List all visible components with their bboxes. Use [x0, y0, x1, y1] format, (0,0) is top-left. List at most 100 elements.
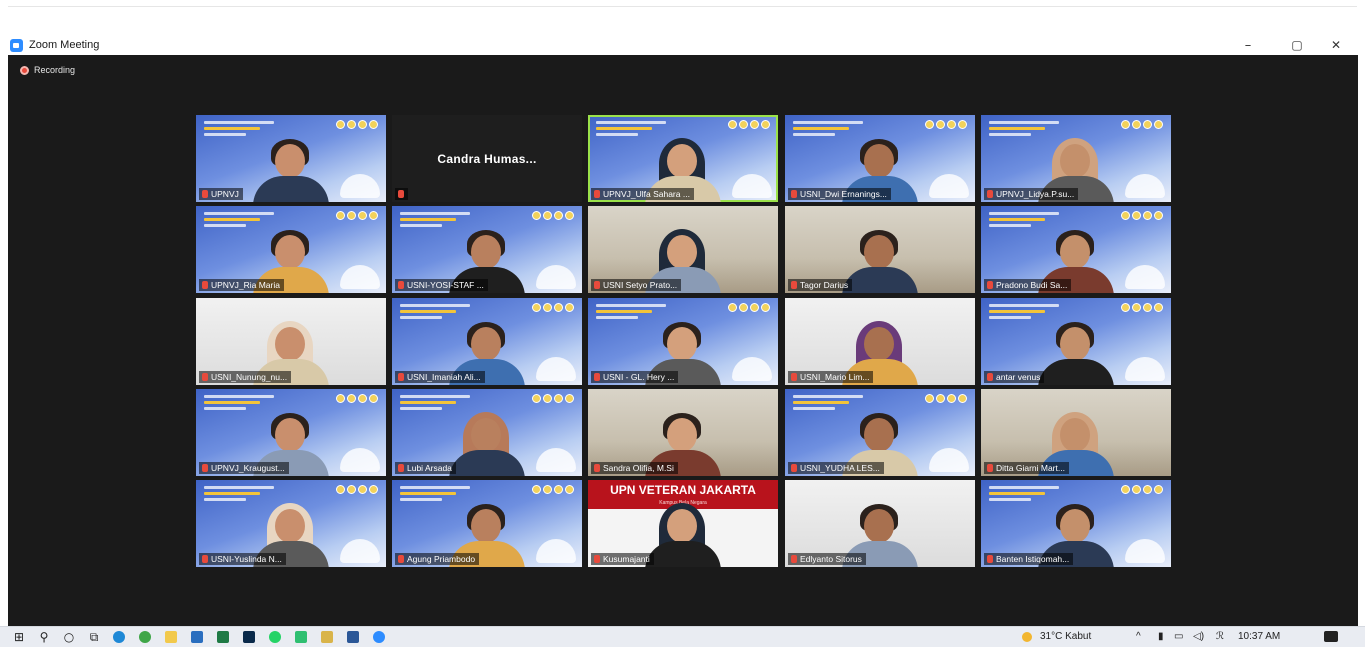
- sponsor-logos: [532, 211, 574, 220]
- sponsor-logos: [336, 120, 378, 129]
- participant-name-text: Ditta Giarni Mart...: [996, 463, 1065, 473]
- participant-tile[interactable]: Edlyanto Sitorus: [785, 480, 975, 567]
- restore-button[interactable]: ▢: [1277, 36, 1317, 55]
- participant-name-text: UPNVJ_Lidya.P.su...: [996, 189, 1075, 199]
- participant-tile[interactable]: Sandra Olifia, M.Si: [588, 389, 778, 476]
- participant-name-label: Banten Istiqomah...: [984, 553, 1074, 565]
- chevron-up-icon[interactable]: ^: [1136, 631, 1141, 642]
- participant-tile[interactable]: USNI_Nunung_nu...: [196, 298, 386, 385]
- muted-microphone-icon: [398, 281, 404, 289]
- participant-name-text: USNI - GL. Hery ...: [603, 372, 675, 382]
- sponsor-logos: [925, 120, 967, 129]
- minimize-button[interactable]: –: [1228, 36, 1268, 55]
- recording-indicator[interactable]: Recording: [20, 65, 75, 75]
- participant-tile[interactable]: USNI - GL. Hery ...: [588, 298, 778, 385]
- task-view-icon[interactable]: ⧉: [87, 630, 101, 644]
- muted-microphone-icon: [791, 464, 797, 472]
- muted-microphone-icon: [987, 190, 993, 198]
- banner-globe-graphic: [732, 174, 772, 198]
- participant-tile[interactable]: UPNVJ: [196, 115, 386, 202]
- participant-tile[interactable]: UPNVJ_Ulfa Sahara ...: [588, 115, 778, 202]
- excel-icon[interactable]: [217, 631, 229, 643]
- photoshop-icon[interactable]: [243, 631, 255, 643]
- participant-tile[interactable]: antar venus: [981, 298, 1171, 385]
- participant-tile[interactable]: USNI-YOSI-STAF ...: [392, 206, 582, 293]
- participant-name-label: Agung Priambodo: [395, 553, 480, 565]
- participant-name-label: Edlyanto Sitorus: [788, 553, 866, 565]
- participant-name-label: UPNVJ: [199, 188, 243, 200]
- participant-name-label: USNI_Dwi Ernanings...: [788, 188, 891, 200]
- muted-microphone-icon: [398, 373, 404, 381]
- participant-name-text: UPNVJ: [211, 189, 239, 199]
- app-green-icon[interactable]: [295, 631, 307, 643]
- participant-name-label: Sandra Olifia, M.Si: [591, 462, 678, 474]
- participant-tile[interactable]: Tagor Darius: [785, 206, 975, 293]
- windows-taskbar: ⊞ ⚲ ○ ⧉ 31°C Kabut ^ ▮ ▭ ◁) ℛ 10:37 AM: [0, 626, 1365, 647]
- whatsapp-icon[interactable]: [269, 631, 281, 643]
- banner-globe-graphic: [340, 265, 380, 289]
- chrome-icon[interactable]: [139, 631, 151, 643]
- edge-icon[interactable]: [113, 631, 125, 643]
- participant-name-text: UPNVJ_Kraugust...: [211, 463, 285, 473]
- participant-tile[interactable]: USNI_YUDHA LES...: [785, 389, 975, 476]
- participant-tile[interactable]: USNI Setyo Prato...: [588, 206, 778, 293]
- participant-tile[interactable]: USNI_Imaniah Ali...: [392, 298, 582, 385]
- notifications-icon[interactable]: [1324, 631, 1338, 642]
- sponsor-logos: [728, 120, 770, 129]
- recording-dot-icon: [20, 65, 29, 75]
- language-icon[interactable]: ℛ: [1216, 631, 1224, 642]
- participant-name-label: antar venus: [984, 371, 1045, 383]
- participant-name-text: USNI-Yuslinda N...: [211, 554, 282, 564]
- participant-name-label: UPNVJ_Ulfa Sahara ...: [591, 188, 694, 200]
- network-icon[interactable]: ▭: [1174, 631, 1183, 642]
- participant-name-text: UPNVJ_Ria Maria: [211, 280, 280, 290]
- word-icon[interactable]: [347, 631, 359, 643]
- banner-globe-graphic: [536, 539, 576, 563]
- participant-tile[interactable]: Candra Humas...: [392, 115, 582, 202]
- participant-tile[interactable]: Banten Istiqomah...: [981, 480, 1171, 567]
- muted-microphone-icon: [594, 464, 600, 472]
- participant-tile[interactable]: Ditta Giarni Mart...: [981, 389, 1171, 476]
- weather-text[interactable]: 31°C Kabut: [1040, 631, 1091, 642]
- banner-globe-graphic: [340, 448, 380, 472]
- divider: [8, 6, 1357, 7]
- window-title: Zoom Meeting: [29, 39, 100, 51]
- muted-microphone-icon: [398, 190, 404, 198]
- participant-name-label: USNI_Mario Lim...: [788, 371, 874, 383]
- sponsor-logos: [336, 394, 378, 403]
- participant-tile[interactable]: USNI_Dwi Ernanings...: [785, 115, 975, 202]
- participant-video-avatar: [445, 412, 529, 476]
- muted-microphone-icon: [791, 555, 797, 563]
- banner-globe-graphic: [929, 174, 969, 198]
- participant-tile[interactable]: Lubi Arsada: [392, 389, 582, 476]
- cortana-icon[interactable]: ○: [62, 630, 76, 644]
- clock-time[interactable]: 10:37 AM: [1238, 631, 1280, 642]
- participant-tile[interactable]: Agung Priambodo: [392, 480, 582, 567]
- meeting-area: Recording UPNVJ Candra Humas... UPNVJ_Ulfa…: [8, 55, 1358, 626]
- participant-name-text: USNI_Mario Lim...: [800, 372, 870, 382]
- store-icon[interactable]: [191, 631, 203, 643]
- participant-tile[interactable]: USNI_Mario Lim...: [785, 298, 975, 385]
- close-button[interactable]: ✕: [1316, 36, 1356, 55]
- banner-globe-graphic: [1125, 357, 1165, 381]
- participant-tile[interactable]: UPNVJ_Kraugust...: [196, 389, 386, 476]
- microphone-icon[interactable]: ▮: [1158, 631, 1164, 642]
- sponsor-logos: [728, 303, 770, 312]
- participant-name-label: Lubi Arsada: [395, 462, 456, 474]
- search-icon[interactable]: ⚲: [37, 630, 51, 644]
- muted-microphone-icon: [594, 555, 600, 563]
- muted-microphone-icon: [202, 190, 208, 198]
- participant-tile[interactable]: UPN VETERAN JAKARTAKampus Bela NegaraKus…: [588, 480, 778, 567]
- participant-tile[interactable]: USNI-Yuslinda N...: [196, 480, 386, 567]
- app-yellow-icon[interactable]: [321, 631, 333, 643]
- file-explorer-icon[interactable]: [165, 631, 177, 643]
- volume-icon[interactable]: ◁): [1193, 631, 1204, 642]
- zoom-taskbar-icon[interactable]: [373, 631, 385, 643]
- participant-tile[interactable]: UPNVJ_Ria Maria: [196, 206, 386, 293]
- sponsor-logos: [532, 485, 574, 494]
- participant-name-label: USNI_Imaniah Ali...: [395, 371, 485, 383]
- weather-icon[interactable]: [1022, 632, 1032, 642]
- windows-start-icon[interactable]: ⊞: [12, 630, 26, 644]
- participant-tile[interactable]: UPNVJ_Lidya.P.su...: [981, 115, 1171, 202]
- participant-tile[interactable]: Pradono Budi Sa...: [981, 206, 1171, 293]
